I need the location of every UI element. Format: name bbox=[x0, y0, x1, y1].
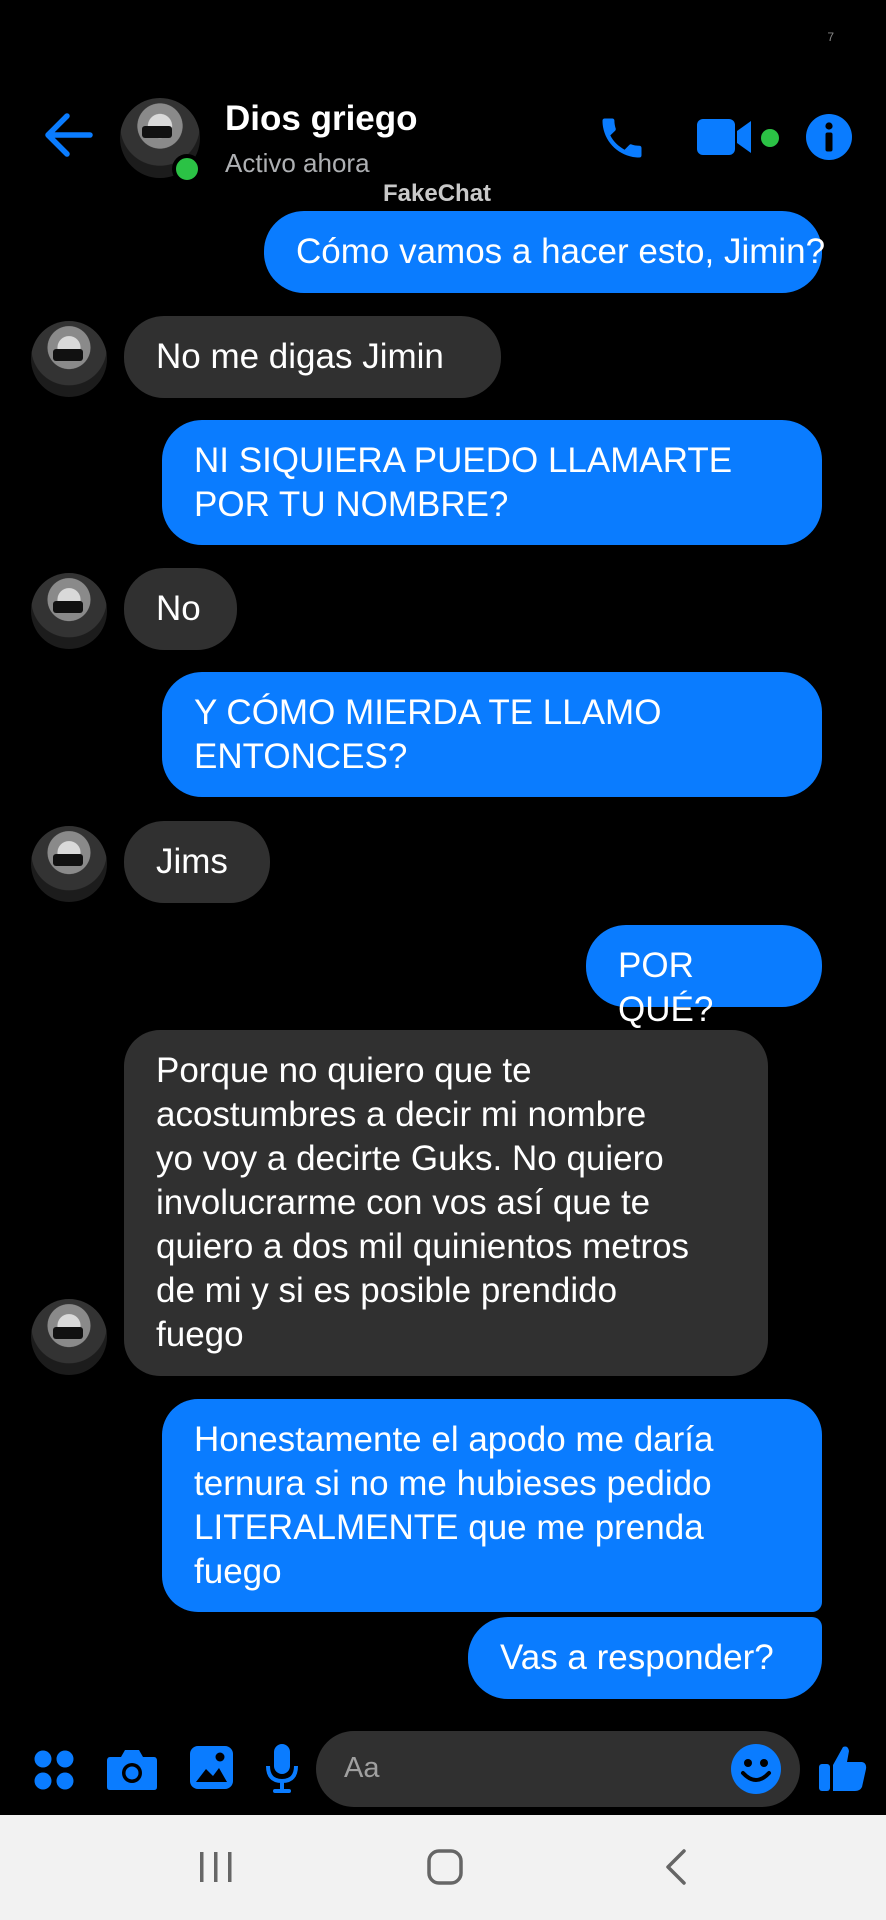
home-icon[interactable] bbox=[426, 1848, 464, 1886]
message-input[interactable]: Aa bbox=[316, 1731, 800, 1807]
sender-avatar[interactable] bbox=[31, 826, 107, 902]
back-arrow-icon[interactable] bbox=[40, 110, 94, 160]
message-composer: Aa bbox=[0, 1720, 886, 1815]
message-bubble-incoming[interactable]: Jims bbox=[124, 821, 270, 903]
phone-call-icon[interactable] bbox=[596, 112, 648, 164]
message-bubble-outgoing[interactable]: Vas a responder? bbox=[468, 1617, 822, 1699]
message-input-placeholder: Aa bbox=[344, 1752, 380, 1784]
sender-avatar[interactable] bbox=[31, 573, 107, 649]
gallery-icon[interactable] bbox=[189, 1745, 234, 1790]
back-icon[interactable] bbox=[660, 1847, 690, 1887]
recents-icon[interactable] bbox=[196, 1849, 236, 1885]
video-call-icon[interactable] bbox=[697, 117, 755, 157]
sender-avatar[interactable] bbox=[31, 321, 107, 397]
chat-header: Dios griego Activo ahora FakeChat bbox=[0, 0, 886, 207]
message-bubble-incoming[interactable]: No bbox=[124, 568, 237, 650]
thumbs-up-icon[interactable] bbox=[818, 1743, 868, 1793]
message-bubble-outgoing[interactable]: NI SIQUIERA PUEDO LLAMARTE POR TU NOMBRE… bbox=[162, 420, 822, 545]
active-status: Activo ahora bbox=[225, 148, 370, 178]
contact-name[interactable]: Dios griego bbox=[225, 99, 418, 139]
sender-avatar[interactable] bbox=[31, 1299, 107, 1375]
microphone-icon[interactable] bbox=[264, 1743, 300, 1795]
message-bubble-outgoing[interactable]: Honestamente el apodo me daría ternura s… bbox=[162, 1399, 822, 1612]
online-status-dot bbox=[172, 154, 202, 184]
message-bubble-outgoing[interactable]: Y CÓMO MIERDA TE LLAMO ENTONCES? bbox=[162, 672, 822, 797]
message-bubble-incoming[interactable]: Porque no quiero que te acostumbres a de… bbox=[124, 1030, 768, 1376]
emoji-icon[interactable] bbox=[730, 1743, 782, 1795]
system-navigation-bar bbox=[0, 1815, 886, 1920]
video-active-dot bbox=[761, 129, 779, 147]
info-icon[interactable] bbox=[805, 113, 853, 161]
watermark: FakeChat bbox=[383, 180, 492, 207]
message-bubble-incoming[interactable]: No me digas Jimin bbox=[124, 316, 501, 398]
message-bubble-outgoing[interactable]: Cómo vamos a hacer esto, Jimin? bbox=[264, 211, 825, 293]
camera-icon[interactable] bbox=[106, 1747, 158, 1791]
apps-icon[interactable] bbox=[33, 1749, 75, 1791]
message-bubble-outgoing[interactable]: POR QUÉ? bbox=[586, 925, 822, 1029]
